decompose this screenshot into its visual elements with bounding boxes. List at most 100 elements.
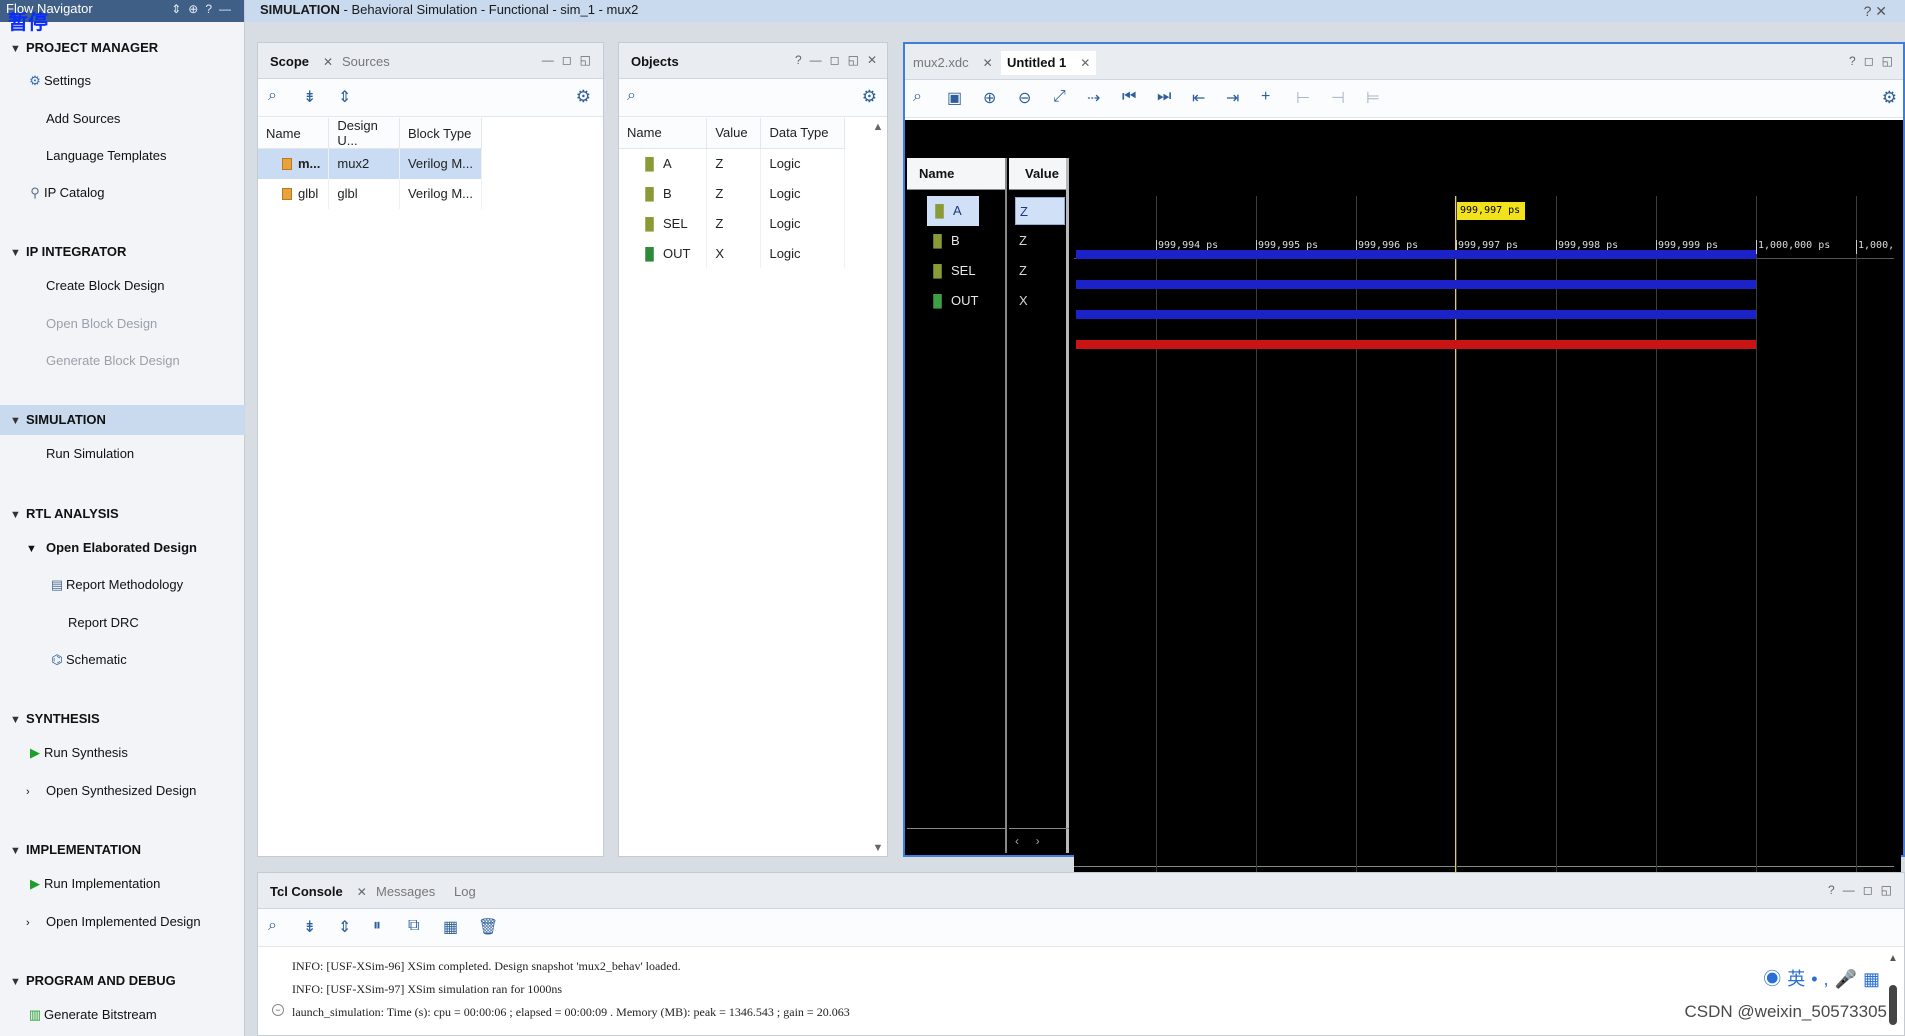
previous-transition-icon[interactable]: ⇤ bbox=[1192, 88, 1205, 108]
console-tabbar: Tcl Console ✕ Messages Log ?—◻◱ bbox=[258, 873, 1904, 909]
search-icon[interactable]: ⌕ bbox=[627, 87, 636, 105]
collapse-all-icon[interactable]: ⇟ bbox=[303, 917, 316, 937]
zoom-fit-icon[interactable]: ⤢ bbox=[1053, 88, 1066, 106]
columns-icon[interactable]: ▦ bbox=[443, 917, 458, 937]
wave-signal-name-sel[interactable]: ▐▌ SEL bbox=[907, 256, 1005, 286]
column-header-data-type[interactable]: Data Type bbox=[760, 118, 845, 149]
wave-signal-name-b[interactable]: ▐▌ B bbox=[907, 226, 1005, 256]
tab-tcl-console[interactable]: Tcl Console ✕ bbox=[264, 880, 373, 904]
zoom-out-icon[interactable]: ⊖ bbox=[1018, 88, 1031, 108]
go-to-start-icon[interactable]: ⏮ bbox=[1122, 88, 1136, 106]
time-tick bbox=[1756, 240, 1757, 254]
flow-navigator-controls[interactable]: ⇕⊕?— bbox=[171, 2, 238, 16]
panel-window-controls[interactable]: ?◻◱ bbox=[1849, 54, 1901, 68]
nav-item-run-synthesis[interactable]: ▶ Run Synthesis bbox=[30, 740, 128, 766]
nav-item-report-drc[interactable]: Report DRC bbox=[68, 610, 139, 636]
nav-item-open-implemented-design[interactable]: › Open Implemented Design bbox=[26, 909, 201, 935]
nav-section-synthesis[interactable]: ▼ SYNTHESIS bbox=[0, 704, 245, 734]
tab-untitled-1[interactable]: Untitled 1 ✕ bbox=[1001, 51, 1097, 75]
nav-item-report-methodology[interactable]: ▤ Report Methodology bbox=[51, 572, 183, 598]
wave-column-header-name[interactable]: Name bbox=[907, 158, 1005, 190]
expand-all-icon[interactable]: ⇕ bbox=[338, 917, 351, 937]
nav-section-program-and-debug[interactable]: ▼ PROGRAM AND DEBUG bbox=[0, 966, 245, 996]
nav-section-project-manager[interactable]: ▼ PROJECT MANAGER bbox=[0, 33, 245, 63]
go-to-end-icon[interactable]: ⏭ bbox=[1157, 88, 1171, 106]
waveform-trace-b[interactable] bbox=[1076, 280, 1756, 289]
column-header-design-unit[interactable]: Design U... bbox=[328, 118, 400, 149]
nav-item-run-simulation[interactable]: Run Simulation bbox=[46, 441, 134, 467]
nav-item-run-implementation[interactable]: ▶ Run Implementation bbox=[30, 871, 160, 897]
nav-section-implementation[interactable]: ▼ IMPLEMENTATION bbox=[0, 835, 245, 865]
table-row[interactable]: ▐▌ B Z Logic bbox=[619, 178, 845, 208]
nav-item-add-sources[interactable]: Add Sources bbox=[46, 106, 120, 132]
table-row[interactable]: ▐▌ SEL Z Logic bbox=[619, 208, 845, 238]
nav-item-open-synthesized-design[interactable]: › Open Synthesized Design bbox=[26, 778, 196, 804]
next-transition-icon[interactable]: ⇥ bbox=[1226, 88, 1239, 108]
nav-item-settings[interactable]: ⚙ Settings bbox=[29, 68, 91, 94]
table-row[interactable]: ▐▌ A Z Logic bbox=[619, 148, 845, 178]
panel-window-controls[interactable]: ?—◻◱ bbox=[1828, 883, 1900, 897]
microphone-icon: 🎤 bbox=[1834, 969, 1863, 989]
vertical-scrollbar[interactable]: ▲ ▼ bbox=[871, 121, 885, 854]
close-icon[interactable]: ✕ bbox=[1080, 56, 1090, 70]
nav-item-ip-catalog[interactable]: ⚲ IP Catalog bbox=[30, 180, 104, 206]
wave-signal-name-out[interactable]: ▐▌ OUT bbox=[907, 286, 1005, 316]
nav-section-simulation[interactable]: ▼ SIMULATION bbox=[0, 405, 245, 435]
wave-signal-name-a[interactable]: ▐▌ A bbox=[927, 196, 979, 226]
waveform-trace-a[interactable] bbox=[1076, 250, 1756, 259]
help-icon[interactable]: ? ✕ bbox=[1864, 1, 1887, 21]
save-icon[interactable]: ▣ bbox=[947, 88, 962, 108]
search-icon[interactable]: ⌕ bbox=[913, 88, 922, 106]
nav-item-open-elaborated-design[interactable]: ▼ Open Elaborated Design bbox=[26, 535, 197, 561]
go-to-cursor-icon[interactable]: ⇢ bbox=[1087, 88, 1100, 108]
column-header-block-type[interactable]: Block Type bbox=[399, 118, 483, 149]
search-icon[interactable]: ⌕ bbox=[268, 917, 277, 935]
tab-mux2-xdc[interactable]: mux2.xdc ✕ bbox=[907, 51, 999, 75]
column-header-name[interactable]: Name bbox=[619, 118, 708, 149]
nav-section-ip-integrator[interactable]: ▼ IP INTEGRATOR bbox=[0, 237, 245, 267]
expand-all-icon[interactable]: ⇕ bbox=[338, 87, 351, 107]
tab-messages[interactable]: Messages bbox=[370, 880, 441, 904]
collapse-icon[interactable]: − bbox=[272, 1004, 284, 1016]
waveform-trace-sel[interactable] bbox=[1076, 310, 1756, 319]
tab-log[interactable]: Log bbox=[448, 880, 482, 904]
add-marker-icon[interactable]: + bbox=[1261, 88, 1270, 106]
close-icon[interactable]: ✕ bbox=[357, 885, 367, 899]
clear-icon[interactable]: 🗑 bbox=[478, 917, 498, 937]
flow-navigator-titlebar: Flow Navigator 暂停 ⇕⊕?— bbox=[0, 0, 244, 34]
wave-name-column: Name ▐▌ A ▐▌ B ▐▌ SEL ▐▌ OUT bbox=[907, 158, 1007, 853]
collapse-all-icon[interactable]: ⇟ bbox=[303, 87, 316, 107]
nav-item-schematic[interactable]: ⌬ Schematic bbox=[51, 647, 126, 673]
nav-item-language-templates[interactable]: Language Templates bbox=[46, 143, 166, 169]
tab-sources[interactable]: Sources bbox=[336, 50, 396, 74]
wave-column-header-value[interactable]: Value bbox=[1009, 158, 1066, 190]
nav-section-rtl-analysis[interactable]: ▼ RTL ANALYSIS bbox=[0, 499, 245, 529]
gear-icon[interactable]: ⚙ bbox=[576, 87, 591, 107]
waveform-plot[interactable]: 999,997 ps ‹ 999,994 ps999,995 ps999,996… bbox=[1074, 196, 1901, 891]
table-row[interactable]: m... mux2 Verilog M... bbox=[258, 148, 483, 179]
tab-scope[interactable]: Scope ✕ bbox=[264, 50, 339, 74]
ime-toolbar[interactable]: ◉英•,🎤▦ bbox=[1763, 965, 1886, 991]
time-tick bbox=[1856, 240, 1857, 254]
gear-icon[interactable]: ⚙ bbox=[862, 87, 877, 107]
pause-icon[interactable]: ⏸ bbox=[373, 917, 381, 935]
search-icon[interactable]: ⌕ bbox=[268, 87, 277, 105]
column-header-name[interactable]: Name bbox=[258, 118, 330, 149]
table-row[interactable]: glbl glbl Verilog M... bbox=[258, 178, 483, 209]
copy-icon[interactable]: ⧉ bbox=[408, 917, 419, 935]
gear-icon[interactable]: ⚙ bbox=[1882, 88, 1897, 108]
close-icon[interactable]: ✕ bbox=[983, 56, 993, 70]
panel-window-controls[interactable]: —◻◱ bbox=[542, 53, 599, 67]
objects-toolbar: ⌕ ⚙ bbox=[619, 79, 887, 117]
waveform-trace-out[interactable] bbox=[1076, 340, 1756, 349]
previous-marker-icon: ⊢ bbox=[1296, 90, 1310, 107]
zoom-in-icon[interactable]: ⊕ bbox=[983, 88, 996, 108]
close-icon[interactable]: ✕ bbox=[323, 55, 333, 69]
vertical-scrollbar[interactable]: ▲ bbox=[1886, 953, 1900, 1033]
panel-window-controls[interactable]: ?—◻◱✕ bbox=[795, 53, 885, 67]
nav-item-generate-bitstream[interactable]: ▥ Generate Bitstream bbox=[29, 1002, 157, 1028]
column-header-value[interactable]: Value bbox=[706, 118, 762, 149]
value-scroll-arrows[interactable]: ‹ › bbox=[1015, 834, 1065, 848]
nav-item-create-block-design[interactable]: Create Block Design bbox=[46, 273, 165, 299]
table-row[interactable]: ▐▌ OUT X Logic bbox=[619, 238, 845, 268]
